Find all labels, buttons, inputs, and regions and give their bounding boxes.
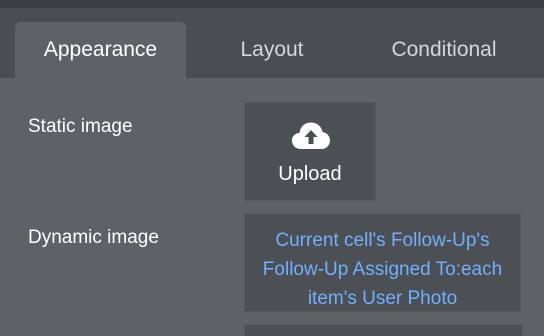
dynamic-image-expression-field[interactable]: Current cell's Follow-Up's Follow-Up Ass… [244, 213, 521, 312]
dynamic-image-expression[interactable]: Current cell's Follow-Up's Follow-Up Ass… [251, 226, 514, 313]
tab-bar: Appearance Layout Conditional [0, 8, 544, 78]
tab-appearance[interactable]: Appearance [15, 22, 186, 78]
tab-conditional[interactable]: Conditional [358, 22, 530, 78]
top-bar [0, 0, 544, 8]
tab-layout[interactable]: Layout [200, 22, 344, 78]
cloud-upload-icon [292, 122, 330, 149]
static-image-label: Static image [28, 116, 133, 137]
upload-button[interactable]: Upload [244, 102, 376, 201]
dynamic-image-label: Dynamic image [28, 227, 159, 248]
next-field-partial[interactable] [244, 324, 523, 336]
upload-button-label: Upload [278, 163, 342, 185]
